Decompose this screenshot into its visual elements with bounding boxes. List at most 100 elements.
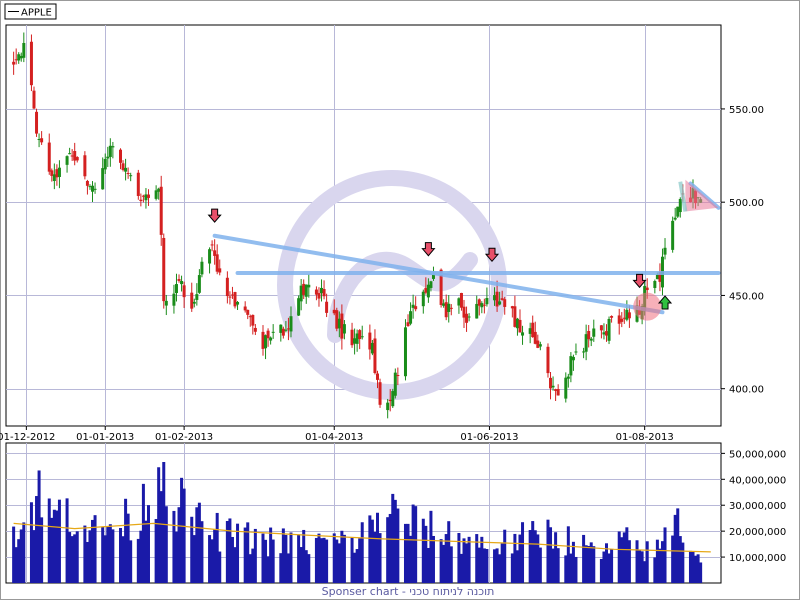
price-y-tick-label: 400.00 <box>729 385 764 396</box>
candle-body <box>375 373 379 380</box>
volume-y-tick-label: 30,000,000 <box>729 501 786 512</box>
volume-bar <box>57 499 61 583</box>
chart-window: 400.00 450.00 500.00 550.00 10,000,000 20,000… <box>0 0 800 600</box>
candle-body <box>266 330 270 339</box>
candle-body <box>111 146 115 148</box>
candle-body <box>129 175 133 177</box>
candlestick <box>671 216 675 253</box>
candle-body <box>192 301 196 304</box>
volume-bar <box>431 535 435 583</box>
candle-body <box>85 180 89 186</box>
candle-body <box>91 185 95 192</box>
candle-body <box>103 159 107 170</box>
volume-bar <box>146 505 150 583</box>
candle-body <box>620 318 624 322</box>
candle-body <box>566 376 570 379</box>
candle-body <box>645 287 649 291</box>
candle-body <box>475 303 479 319</box>
candle-body <box>197 275 201 293</box>
volume-bar <box>699 562 703 583</box>
volume-bar <box>610 549 614 583</box>
volume-bar <box>360 522 364 583</box>
volume-bar <box>645 541 649 583</box>
candle-body <box>396 375 400 377</box>
candle-body <box>195 294 199 300</box>
volume-bar <box>521 522 525 583</box>
volume-bar <box>75 531 79 583</box>
candle-body <box>246 309 250 315</box>
candle-body <box>546 346 550 374</box>
candlestick <box>136 169 140 200</box>
candle-body <box>307 284 311 288</box>
candle-body <box>47 142 51 172</box>
candlestick <box>393 368 397 399</box>
candle-body <box>465 313 469 323</box>
volume-bar <box>307 554 311 583</box>
candle-body <box>101 168 105 190</box>
candle-body <box>93 188 97 190</box>
x-tick-label: 01-12-2012 <box>0 432 55 443</box>
volume-bar <box>236 523 240 583</box>
volume-bar <box>253 528 257 583</box>
candle-body <box>342 324 346 334</box>
volume-bar <box>40 517 44 583</box>
candle-body <box>243 306 247 311</box>
volume-bar <box>325 539 329 583</box>
volume-bar <box>289 532 293 583</box>
candle-body <box>251 314 255 326</box>
price-y-tick-label: 450.00 <box>729 291 764 302</box>
candle-body <box>485 298 489 305</box>
candle-body <box>162 237 166 302</box>
candle-body <box>673 217 677 220</box>
candle-body <box>421 291 425 307</box>
volume-bar <box>414 506 418 583</box>
candle-body <box>164 300 168 306</box>
candle-body <box>75 157 79 161</box>
candlestick <box>403 319 407 381</box>
volume-bar <box>111 529 115 583</box>
candle-body <box>627 312 631 319</box>
candle-body <box>551 385 555 388</box>
candle-body <box>429 281 433 288</box>
candle-body <box>136 172 140 196</box>
volume-bar <box>574 556 578 583</box>
candlestick <box>29 34 33 92</box>
volume-bar <box>627 540 631 583</box>
candle-body <box>22 42 26 58</box>
volume-bar <box>378 533 382 583</box>
volume-bar <box>22 522 26 583</box>
x-tick-label: 01-01-2013 <box>76 432 134 443</box>
candle-body <box>40 138 44 143</box>
candle-body <box>571 356 575 361</box>
volume-y-tick-label: 20,000,000 <box>729 527 786 538</box>
volume-bar <box>681 542 685 583</box>
candle-body <box>671 220 675 250</box>
candle-body <box>68 153 72 155</box>
x-tick-label: 01-06-2013 <box>460 432 518 443</box>
candle-body <box>284 329 288 331</box>
volume-bar <box>200 521 204 583</box>
candle-body <box>108 145 112 157</box>
candle-body <box>322 289 326 297</box>
x-tick-label: 01-02-2013 <box>155 432 213 443</box>
candle-body <box>678 198 682 213</box>
volume-bar <box>271 539 275 583</box>
candlestick <box>233 291 237 309</box>
candle-body <box>449 307 453 309</box>
x-tick-label: 01-08-2013 <box>616 432 674 443</box>
candle-body <box>208 249 212 264</box>
candlestick <box>546 343 550 378</box>
candlestick <box>35 108 39 137</box>
candle-body <box>518 319 522 333</box>
volume-bar <box>396 508 400 583</box>
candle-body <box>126 173 130 175</box>
candle-body <box>225 277 229 297</box>
candle-body <box>610 316 614 318</box>
candle-body <box>12 61 16 65</box>
candle-body <box>200 261 204 275</box>
price-y-tick-label: 500.00 <box>729 198 764 209</box>
price-plot-frame <box>5 24 722 427</box>
candle-body <box>358 330 362 340</box>
candle-body <box>29 41 33 86</box>
candle-body <box>498 301 502 305</box>
